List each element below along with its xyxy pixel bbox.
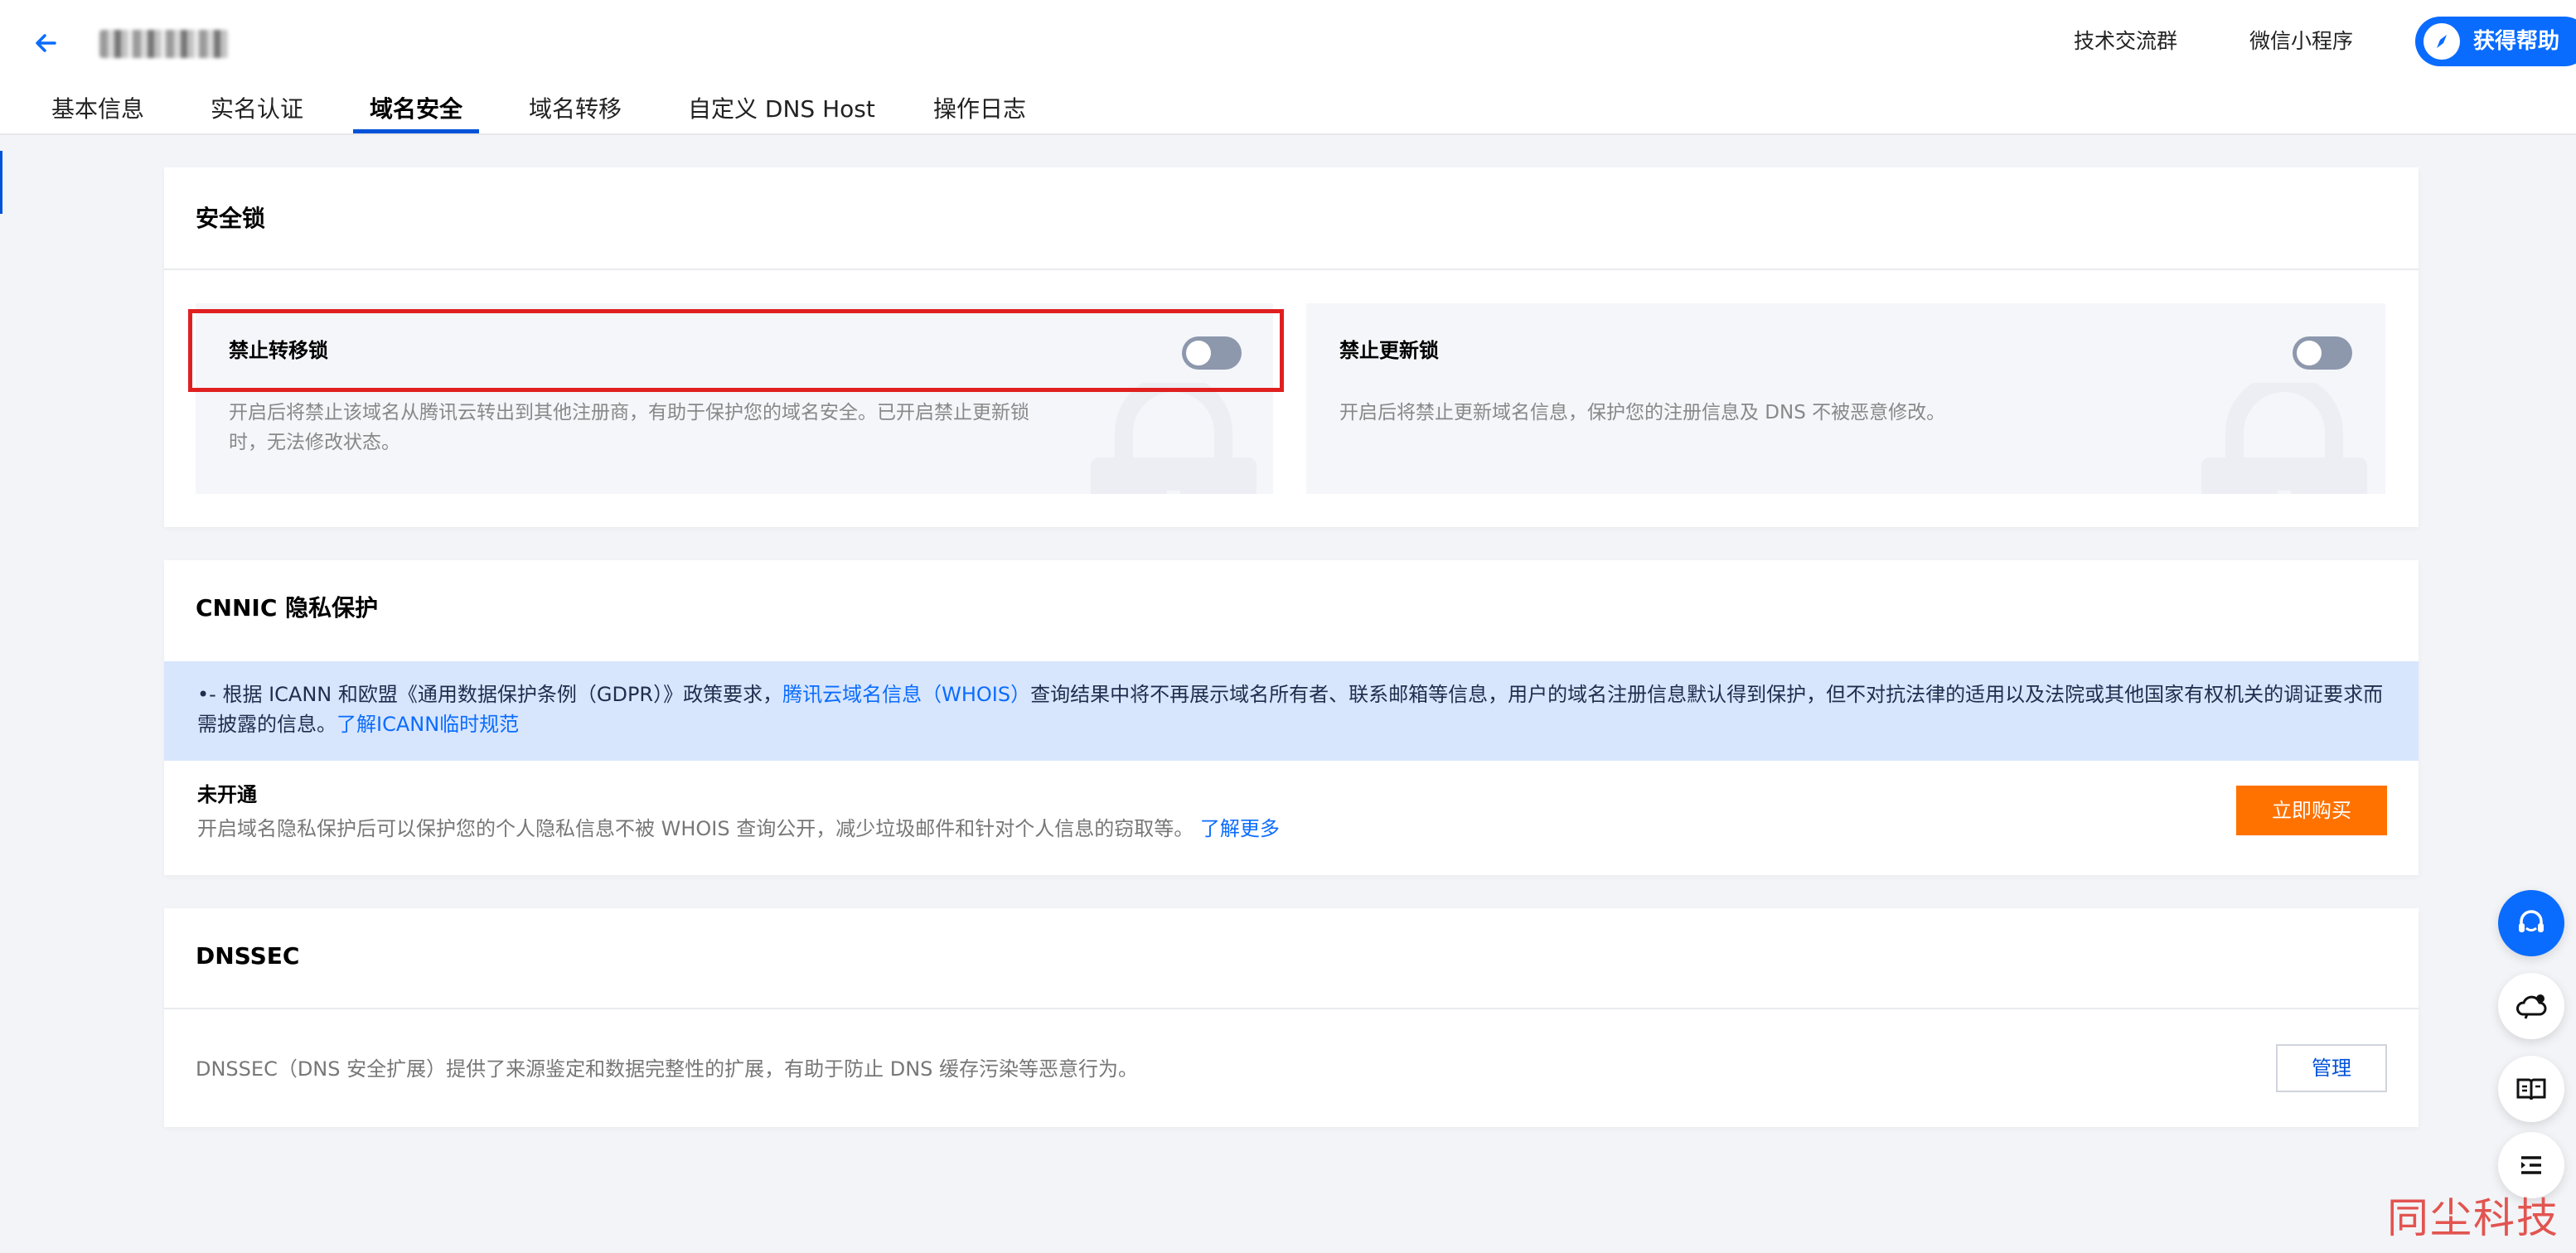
tab-basic-info[interactable]: 基本信息 (51, 91, 144, 128)
privacy-status: 未开通 (197, 783, 257, 806)
privacy-desc-text: 开启域名隐私保护后可以保护您的个人隐私信息不被 WHOIS 查询公开，减少垃圾邮… (197, 817, 1194, 840)
manage-button[interactable]: 管理 (2276, 1044, 2387, 1092)
gdpr-notice: •- 根据 ICANN 和欧盟《通用数据保护条例（GDPR）》政策要求，腾讯云域… (164, 661, 2419, 761)
dnssec-card: DNSSEC DNSSEC（DNS 安全扩展）提供了来源鉴定和数据完整性的扩展，… (164, 908, 2419, 1127)
icann-spec-link[interactable]: 了解ICANN临时规范 (337, 713, 519, 736)
privacy-status-desc: 开启域名隐私保护后可以保护您的个人隐私信息不被 WHOIS 查询公开，减少垃圾邮… (197, 814, 1280, 844)
transfer-lock-desc: 开启后将禁止该域名从腾讯云转出到其他注册商，有助于保护您的域名安全。已开启禁止更… (229, 402, 1029, 453)
card-divider (164, 1008, 2419, 1009)
buy-now-button[interactable]: 立即购买 (2236, 786, 2387, 835)
update-lock-panel: 禁止更新锁 开启后将禁止更新域名信息，保护您的注册信息及 DNS 不被恶意修改。 (1306, 303, 2385, 494)
watermark-text: 同尘科技 (2387, 1194, 2559, 1242)
wechat-miniprogram-link[interactable]: 微信小程序 (2249, 25, 2353, 58)
update-lock-desc: 开启后将禁止更新域名信息，保护您的注册信息及 DNS 不被恶意修改。 (1339, 402, 1946, 423)
list-icon[interactable] (2498, 1132, 2564, 1198)
highlight-box (188, 309, 1284, 392)
update-lock-toggle[interactable] (2293, 336, 2352, 370)
top-bar: 技术交流群 微信小程序 获得帮助 基本信息 实名认证 域名安全 域名转移 自定义… (0, 0, 2576, 135)
compass-icon (2423, 23, 2460, 60)
tab-domain-transfer[interactable]: 域名转移 (529, 91, 622, 128)
tab-domain-security[interactable]: 域名安全 (370, 91, 462, 128)
card-divider (164, 268, 2419, 270)
tab-operation-log[interactable]: 操作日志 (933, 91, 1026, 128)
get-help-button[interactable]: 获得帮助 (2415, 17, 2576, 66)
notice-bullet: • (197, 683, 210, 706)
dnssec-title: DNSSEC (196, 942, 300, 970)
tech-group-link[interactable]: 技术交流群 (2074, 25, 2177, 58)
back-arrow-icon[interactable] (30, 27, 63, 60)
cloud-chat-icon[interactable] (2498, 973, 2564, 1039)
learn-more-link[interactable]: 了解更多 (1200, 817, 1280, 840)
security-lock-title: 安全锁 (196, 205, 266, 232)
headset-icon[interactable] (2498, 890, 2564, 956)
gdpr-notice-text: •- 根据 ICANN 和欧盟《通用数据保护条例（GDPR）》政策要求，腾讯云域… (197, 680, 2385, 739)
lock-watermark-icon (2201, 383, 2367, 494)
dnssec-desc: DNSSEC（DNS 安全扩展）提供了来源鉴定和数据完整性的扩展，有助于防止 D… (196, 1057, 1139, 1081)
privacy-card: CNNIC 隐私保护 •- 根据 ICANN 和欧盟《通用数据保护条例（GDPR… (164, 560, 2419, 875)
privacy-title: CNNIC 隐私保护 (196, 594, 379, 622)
get-help-label: 获得帮助 (2473, 29, 2560, 54)
tab-custom-dns-host[interactable]: 自定义 DNS Host (688, 91, 875, 128)
tab-real-name[interactable]: 实名认证 (211, 91, 303, 128)
toggle-knob (2297, 341, 2322, 365)
left-nav-indicator (0, 151, 2, 214)
active-tab-underline (353, 129, 479, 133)
lock-watermark-icon (1091, 383, 1257, 494)
book-icon[interactable] (2498, 1056, 2564, 1122)
update-lock-title: 禁止更新锁 (1339, 339, 1439, 362)
notice-prefix: - 根据 ICANN 和欧盟《通用数据保护条例（GDPR）》政策要求， (209, 683, 783, 706)
whois-info-link[interactable]: 腾讯云域名信息（WHOIS） (782, 683, 1030, 706)
domain-name-blurred (99, 30, 229, 58)
